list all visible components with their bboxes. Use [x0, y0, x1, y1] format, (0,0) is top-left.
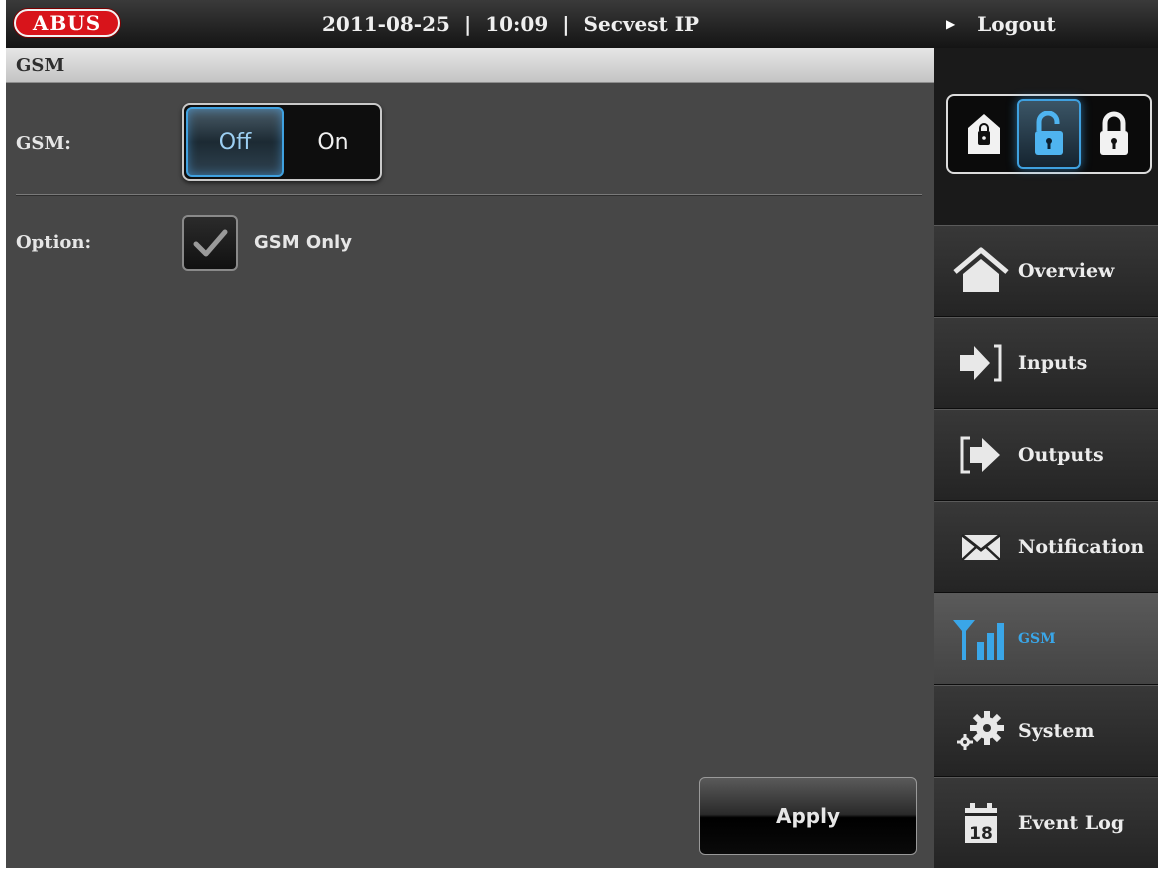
lock-open-icon[interactable] [1016, 99, 1081, 169]
logout-label: Logout [977, 12, 1056, 36]
settings-content: GSM: Off On Option: GSM Only Apply [6, 83, 934, 868]
logout-button[interactable]: ▶ Logout [934, 0, 1158, 48]
nav-item-notification[interactable]: Notification [934, 501, 1158, 593]
abus-logo: ABUS [14, 9, 120, 37]
apply-button[interactable]: Apply [699, 777, 917, 855]
signal-icon [946, 609, 1016, 669]
gsm-only-label: GSM Only [254, 232, 352, 253]
home-icon [946, 241, 1016, 301]
gears-icon [946, 701, 1016, 761]
app-frame: ABUS 2011-08-25 | 10:09 | Secvest IP GSM GSM… [6, 0, 1158, 868]
checkmark-icon [193, 229, 228, 257]
header-time: 10:09 [485, 12, 549, 36]
section-bar: GSM [6, 48, 934, 83]
header-separator: | [463, 12, 472, 36]
nav-item-system[interactable]: System [934, 685, 1158, 777]
arm-mode-selector [946, 94, 1152, 174]
nav-item-event-log[interactable]: 18 Event Log [934, 777, 1158, 868]
nav-item-overview[interactable]: Overview [934, 225, 1158, 317]
calendar-icon: 18 [946, 793, 1016, 853]
gsm-on-option[interactable]: On [286, 105, 380, 179]
divider [16, 194, 922, 196]
gsm-off-option[interactable]: Off [186, 107, 284, 177]
right-panel: ▶ Logout Overview Inputs Outputs Notific… [934, 0, 1158, 868]
gsm-only-checkbox[interactable] [182, 215, 238, 271]
header-bar: ABUS 2011-08-25 | 10:09 | Secvest IP [6, 0, 934, 48]
gsm-toggle[interactable]: Off On [182, 103, 382, 181]
input-arrow-icon [946, 333, 1016, 393]
header-date: 2011-08-25 [322, 12, 450, 36]
gsm-label: GSM: [16, 133, 71, 154]
nav-item-inputs[interactable]: Inputs [934, 317, 1158, 409]
main-nav: Overview Inputs Outputs Notification GSM… [934, 225, 1158, 868]
svg-text:18: 18 [969, 824, 993, 844]
play-arrow-icon: ▶ [946, 17, 956, 31]
nav-item-gsm[interactable]: GSM [934, 593, 1158, 685]
header-separator: | [562, 12, 570, 36]
header-info: 2011-08-25 | 10:09 | Secvest IP [322, 12, 699, 36]
option-label: Option: [16, 232, 92, 253]
output-arrow-icon [946, 425, 1016, 485]
page-title: GSM [16, 55, 65, 76]
nav-item-outputs[interactable]: Outputs [934, 409, 1158, 501]
header-device: Secvest IP [583, 12, 700, 36]
lock-home-icon[interactable] [954, 101, 1014, 167]
envelope-icon [946, 517, 1016, 577]
lock-closed-icon[interactable] [1084, 101, 1144, 167]
